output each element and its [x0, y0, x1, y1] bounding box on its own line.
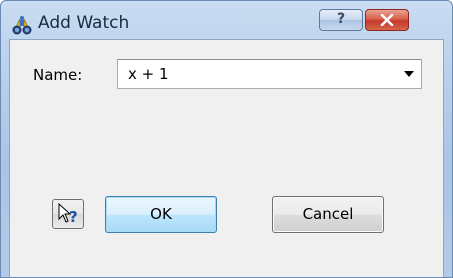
chevron-down-icon[interactable]: [404, 71, 414, 77]
help-button[interactable]: ?: [319, 9, 363, 31]
name-input[interactable]: x + 1: [128, 65, 169, 83]
close-button[interactable]: [365, 9, 409, 31]
name-label: Name:: [33, 66, 83, 84]
whats-this-help-button[interactable]: ?: [52, 199, 84, 229]
name-combobox[interactable]: x + 1: [117, 59, 422, 89]
watch-binoculars-icon: [11, 15, 32, 35]
close-icon: [380, 14, 394, 26]
context-help-icon: ?: [58, 202, 78, 226]
title-bar[interactable]: Add Watch ?: [1, 1, 452, 41]
cancel-button[interactable]: Cancel: [272, 196, 384, 233]
ok-button[interactable]: OK: [105, 196, 217, 233]
svg-text:?: ?: [69, 208, 78, 226]
help-icon: ?: [336, 11, 346, 27]
dialog-title: Add Watch: [38, 13, 130, 33]
add-watch-dialog: Add Watch ? Name: x + 1 ? OK Cancel: [0, 0, 453, 278]
